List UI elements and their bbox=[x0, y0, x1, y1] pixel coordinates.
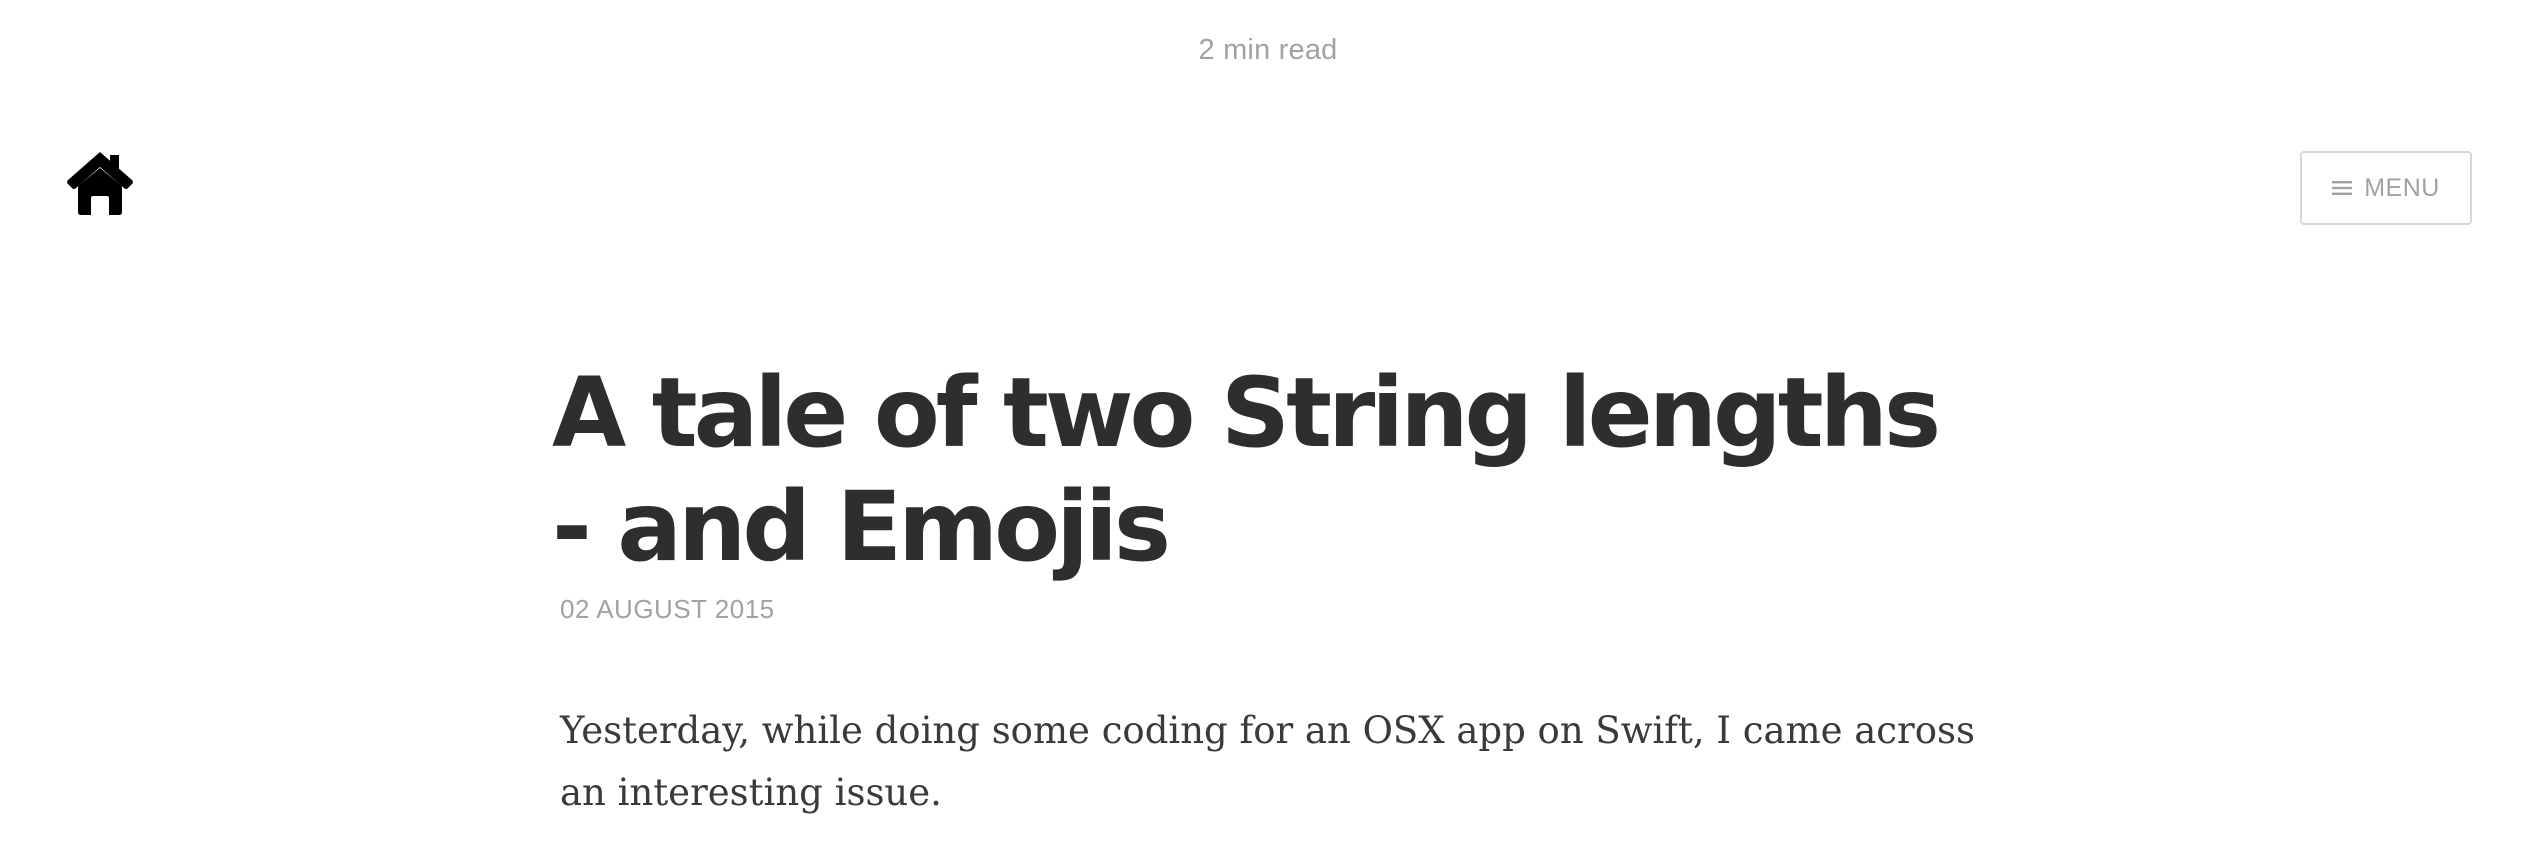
read-time: 2 min read bbox=[1198, 34, 1338, 66]
post-title: A tale of two String lengths - and Emoji… bbox=[552, 357, 1941, 583]
menu-button[interactable]: MENU bbox=[2300, 151, 2472, 225]
home-link[interactable] bbox=[64, 146, 136, 218]
home-icon bbox=[64, 146, 136, 218]
hamburger-menu-icon bbox=[2332, 180, 2353, 196]
post-date: 02 AUGUST 2015 bbox=[560, 594, 775, 624]
post-body-paragraph: Yesterday, while doing some coding for a… bbox=[560, 709, 1975, 814]
menu-label: MENU bbox=[2364, 173, 2440, 202]
